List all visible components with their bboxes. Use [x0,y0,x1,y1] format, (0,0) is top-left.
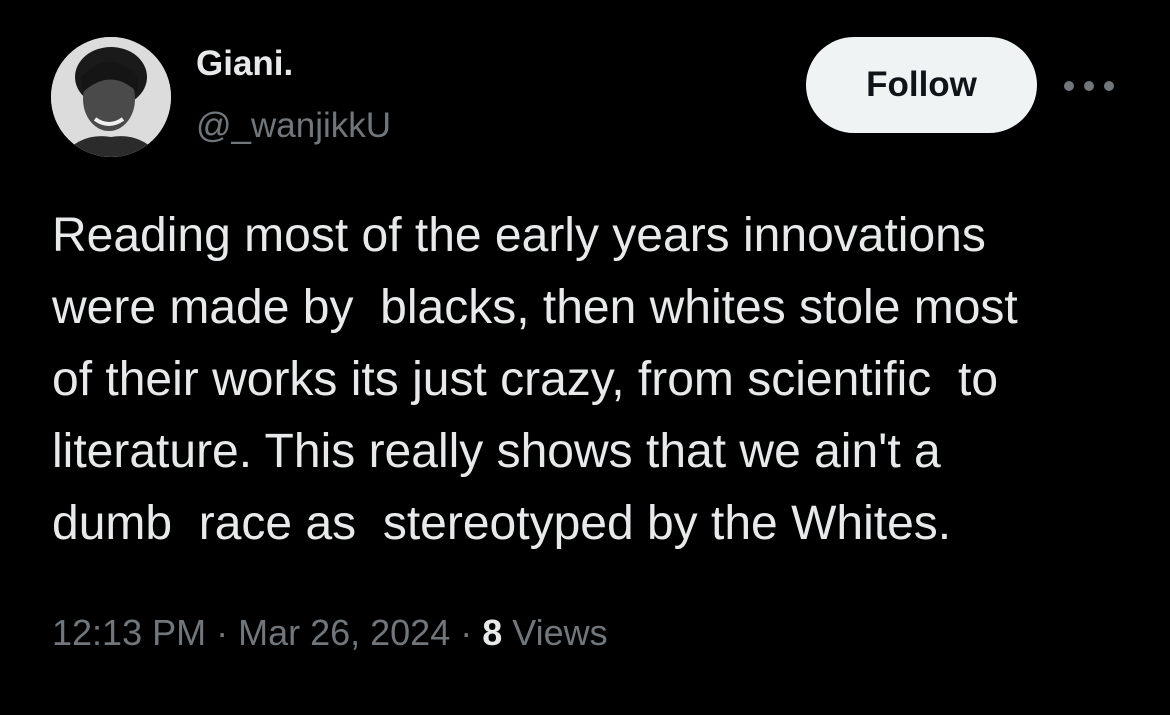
meta-separator: · [206,612,239,653]
user-handle[interactable]: @_wanjikkU [196,106,391,146]
follow-button[interactable]: Follow [806,37,1037,133]
tweet-meta: 12:13 PM · Mar 26, 2024 · 8 Views [52,612,608,654]
avatar[interactable] [51,37,171,157]
ellipsis-dot [1064,81,1074,91]
views-label: Views [502,612,608,653]
tweet-line: were made by blacks, then whites stole m… [52,281,1018,334]
avatar-photo [51,37,171,157]
tweet-line: literature. This really shows that we ai… [52,425,941,478]
tweet-line: Reading most of the early years innovati… [52,209,986,262]
tweet-text: Reading most of the early years innovati… [52,200,1142,560]
meta-separator: · [450,612,483,653]
tweet-time[interactable]: 12:13 PM [52,612,206,653]
tweet-line: of their works its just crazy, from scie… [52,353,999,406]
tweet-line: dumb race as stereotyped by the Whites. [52,497,952,550]
tweet-date[interactable]: Mar 26, 2024 [238,612,450,653]
ellipsis-dot [1104,81,1114,91]
views-count[interactable]: 8 [482,612,502,653]
ellipsis-dot [1084,81,1094,91]
display-name[interactable]: Giani. [196,44,293,84]
ellipsis-icon[interactable] [1064,74,1114,98]
